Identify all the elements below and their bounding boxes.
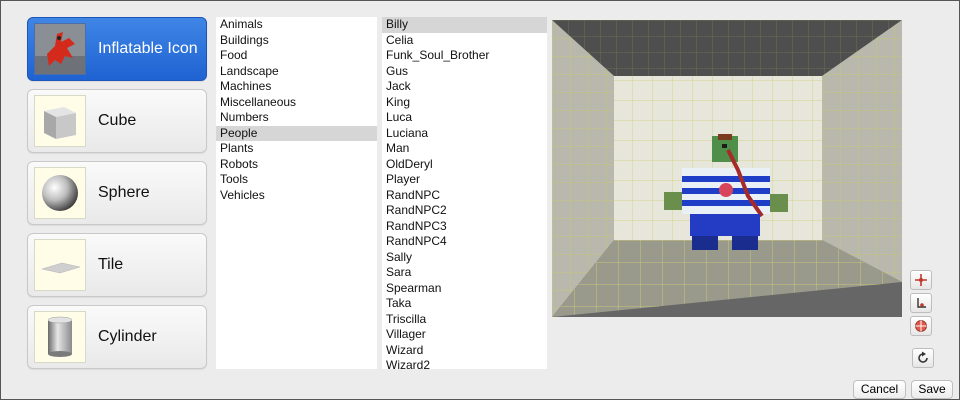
orbit-icon[interactable] — [910, 316, 932, 336]
character-list-item[interactable]: Wizard2 — [382, 358, 547, 369]
character-list-item[interactable]: Sally — [382, 250, 547, 266]
tile-icon — [34, 239, 86, 291]
category-list-item[interactable]: Miscellaneous — [216, 95, 377, 111]
shape-label: Inflatable Icon — [98, 40, 198, 57]
save-button[interactable]: Save — [911, 380, 953, 399]
character-list-item[interactable]: RandNPC3 — [382, 219, 547, 235]
character-list-item[interactable]: Spearman — [382, 281, 547, 297]
shape-label: Sphere — [98, 184, 150, 201]
character-list-item[interactable]: Man — [382, 141, 547, 157]
shape-button-cylinder[interactable]: Cylinder — [27, 305, 207, 369]
category-list-item[interactable]: Vehicles — [216, 188, 377, 204]
reset-rotation-icon[interactable] — [912, 348, 934, 368]
shape-button-cube[interactable]: Cube — [27, 89, 207, 153]
character-list-item[interactable]: RandNPC2 — [382, 203, 547, 219]
category-list-item[interactable]: Food — [216, 48, 377, 64]
category-list[interactable]: Animals Buildings Food Landscape Machines Mis… — [216, 17, 377, 369]
character-list-item[interactable]: Jack — [382, 79, 547, 95]
shape-button-tile[interactable]: Tile — [27, 233, 207, 297]
pan-icon[interactable] — [910, 270, 932, 290]
category-list-item[interactable]: Robots — [216, 157, 377, 173]
category-list-item[interactable]: People — [216, 125, 377, 141]
character-list-item[interactable]: RandNPC4 — [382, 234, 547, 250]
character-list-item[interactable]: Luca — [382, 110, 547, 126]
shape-label: Cube — [98, 112, 137, 129]
category-list-item[interactable]: Landscape — [216, 64, 377, 80]
category-list-item[interactable]: Tools — [216, 172, 377, 188]
category-list-item[interactable]: Machines — [216, 79, 377, 95]
category-list-item[interactable]: Buildings — [216, 33, 377, 49]
character-list-item[interactable]: Triscilla — [382, 312, 547, 328]
character-list-item[interactable]: Villager — [382, 327, 547, 343]
character-list-item[interactable]: Wizard — [382, 343, 547, 359]
cancel-button[interactable]: Cancel — [853, 380, 906, 399]
category-list-item[interactable]: Numbers — [216, 110, 377, 126]
axis-icon[interactable] — [910, 293, 932, 313]
character-list-item[interactable]: Celia — [382, 33, 547, 49]
character-list-item[interactable]: OldDeryl — [382, 157, 547, 173]
character-list-item[interactable]: King — [382, 95, 547, 111]
category-list-item[interactable]: Plants — [216, 141, 377, 157]
character-list-item[interactable]: Sara — [382, 265, 547, 281]
3d-preview-viewport[interactable] — [552, 20, 902, 317]
inflatable-icon-thumbnail — [34, 23, 86, 75]
character-list-item[interactable]: Funk_Soul_Brother — [382, 48, 547, 64]
cylinder-icon — [34, 311, 86, 363]
character-list-item[interactable]: Billy — [382, 17, 547, 33]
character-list-item[interactable]: Player — [382, 172, 547, 188]
shape-button-inflatable-icon[interactable]: Inflatable Icon — [27, 17, 207, 81]
character-list[interactable]: Billy Celia Funk_Soul_Brother Gus Jack King Lu… — [382, 17, 547, 369]
shape-label: Tile — [98, 256, 124, 273]
shape-button-sphere[interactable]: Sphere — [27, 161, 207, 225]
category-list-item[interactable]: Animals — [216, 17, 377, 33]
character-list-item[interactable]: Luciana — [382, 126, 547, 142]
shape-label: Cylinder — [98, 328, 157, 345]
character-list-item[interactable]: RandNPC — [382, 188, 547, 204]
cube-icon — [34, 95, 86, 147]
character-list-item[interactable]: Gus — [382, 64, 547, 80]
sphere-icon — [34, 167, 86, 219]
character-list-item[interactable]: Taka — [382, 296, 547, 312]
